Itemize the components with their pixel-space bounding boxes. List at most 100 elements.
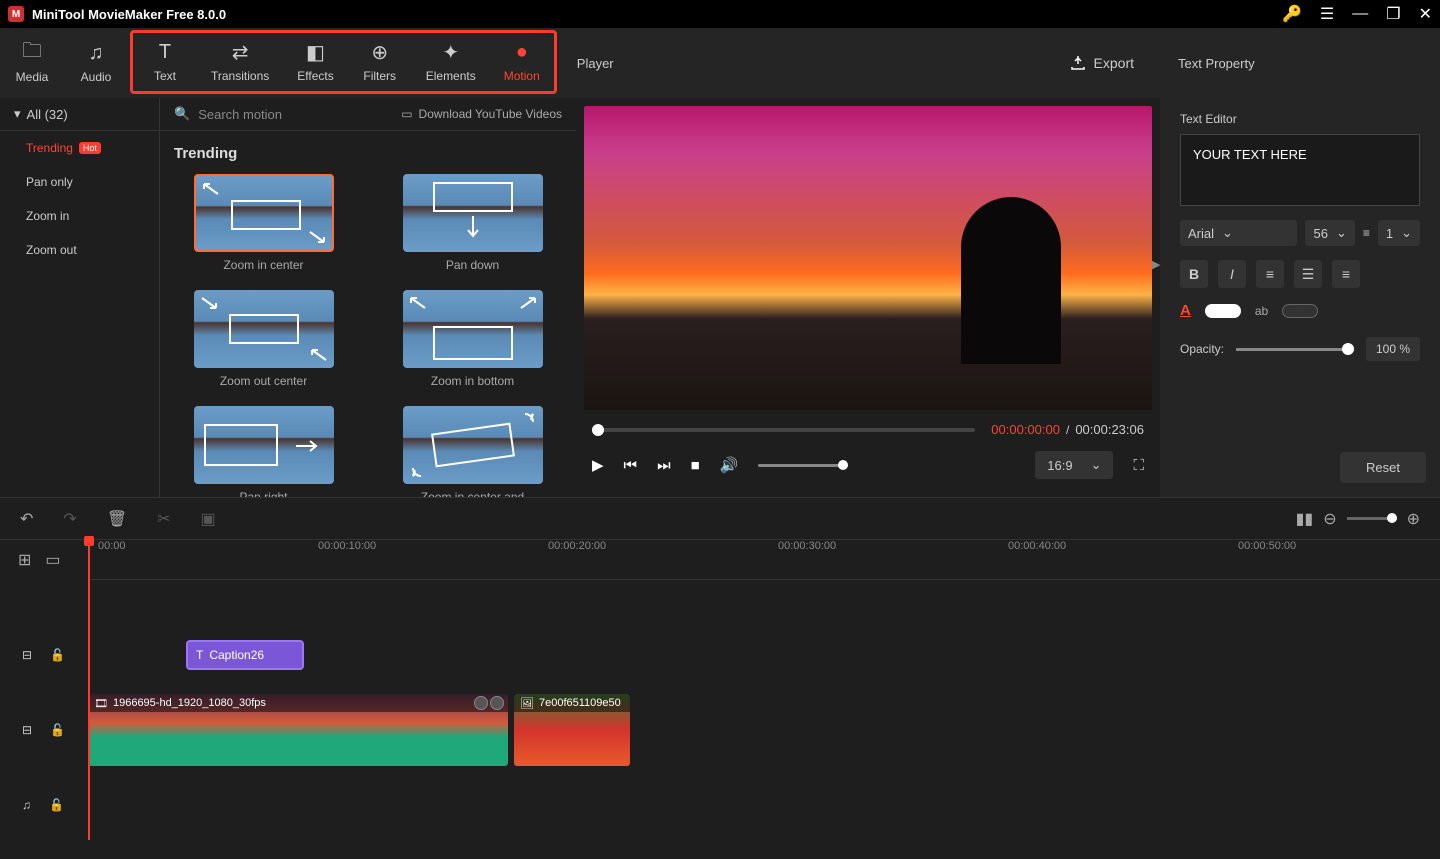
track-layers-icon[interactable]: ▭ [45,550,60,570]
audio-icon: ♫ [89,42,104,64]
text-icon: T [196,648,203,662]
add-track-icon[interactable]: ⊞ [18,550,31,570]
next-frame-button[interactable]: ⏭ [657,457,671,474]
effects-icon: ◧ [306,41,325,63]
chevron-down-icon: ⌄ [1401,225,1412,241]
font-dropdown[interactable]: Arial⌄ [1180,220,1297,246]
right-panel-header: Text Property [1160,28,1440,98]
titlebar: M MiniTool MovieMaker Free 8.0.0 🔑 ☰ — ❐… [0,0,1440,28]
redo-button[interactable]: ↷ [63,509,76,529]
volume-slider[interactable] [758,464,848,467]
volume-icon[interactable]: 🔊 [720,456,739,474]
section-title: Trending [174,145,562,162]
tab-effects[interactable]: ◧ Effects [283,33,347,91]
close-button[interactable]: ✕ [1419,4,1432,24]
player-label: Player [559,28,1044,98]
motion-zoom-in-center[interactable]: Zoom in center [174,174,353,272]
align-right-button[interactable]: ≡ [1332,260,1360,288]
transition-indicator [474,696,504,710]
chevron-down-icon: ▾ [14,106,21,122]
fullscreen-button[interactable]: ⛶ [1133,457,1144,474]
text-track-icon[interactable]: ⊟ [22,648,32,662]
text-icon: T [159,41,171,63]
opacity-value: 100 % [1366,337,1420,361]
motion-pan-right[interactable]: Pan right [174,406,353,497]
export-icon [1070,55,1086,71]
text-content-input[interactable]: YOUR TEXT HERE [1180,134,1420,206]
categories-panel: ▾ All (32) Trending Hot Pan only Zoom in… [0,98,160,497]
stop-button[interactable]: ■ [691,457,700,474]
motion-icon: ● [516,41,528,63]
download-youtube-link[interactable]: ▭ Download YouTube Videos [401,107,562,121]
undo-button[interactable]: ↶ [20,509,33,529]
delete-button[interactable]: 🗑 [107,509,127,529]
text-color-swatch[interactable] [1205,304,1241,318]
video-clip-2[interactable]: 🖼 7e00f651109e50 [514,694,630,766]
menu-icon[interactable]: ☰ [1320,4,1334,24]
text-editor-label: Text Editor [1180,112,1420,126]
maximize-button[interactable]: ❐ [1386,4,1400,24]
collapse-handle[interactable]: ▶ [1152,258,1160,271]
tab-audio[interactable]: ♫ Audio [64,28,128,98]
chevron-down-icon: ⌄ [1091,457,1102,473]
motion-zoom-in-center-and[interactable]: Zoom in center and [383,406,562,497]
hot-badge: Hot [79,142,101,154]
align-left-button[interactable]: ≡ [1256,260,1284,288]
split-button[interactable]: ✂ [157,509,170,529]
crop-button[interactable]: ▣ [201,509,216,529]
reset-button[interactable]: Reset [1340,452,1426,483]
key-icon[interactable]: 🔑 [1282,4,1302,24]
video-clip-1[interactable]: 🎞 1966695-hd_1920_1080_30fps [88,694,508,766]
tab-elements[interactable]: ✦ Elements [412,33,490,91]
caption-clip[interactable]: T Caption26 [186,640,304,670]
zoom-in-button[interactable]: ⊕ [1407,509,1420,529]
italic-button[interactable]: I [1218,260,1246,288]
category-zoom-out[interactable]: Zoom out [0,233,159,267]
opacity-slider[interactable] [1236,348,1354,351]
motion-zoom-out-center[interactable]: Zoom out center [174,290,353,388]
audio-track-icon[interactable]: ♫ [22,798,31,812]
marker-icon[interactable]: ▮▮ [1296,509,1314,529]
top-toolbar: 🗀 Media ♫ Audio T Text ⇄ Transitions ◧ E… [0,28,1440,98]
motion-pan-down[interactable]: Pan down [383,174,562,272]
play-button[interactable]: ▶ [592,456,604,474]
search-input[interactable]: Search motion [198,107,282,122]
timeline-ruler[interactable]: 00:00 00:00:10:00 00:00:20:00 00:00:30:0… [88,540,1440,580]
tab-media[interactable]: 🗀 Media [0,28,64,98]
playhead[interactable] [88,540,90,840]
image-icon: 🖼 [520,697,534,710]
highlight-color-swatch[interactable] [1282,304,1318,318]
export-button[interactable]: Export [1044,28,1160,98]
zoom-slider[interactable] [1347,517,1397,520]
category-trending[interactable]: Trending Hot [0,131,159,165]
lock-icon[interactable]: 🔓 [49,798,64,812]
tab-text[interactable]: T Text [133,33,197,91]
minimize-button[interactable]: — [1352,5,1368,23]
properties-panel: ▶ Text Editor YOUR TEXT HERE Arial⌄ 56⌄ … [1160,98,1440,497]
video-track-icon[interactable]: ⊟ [22,723,32,737]
motion-zoom-in-bottom[interactable]: Zoom in bottom [383,290,562,388]
lock-icon[interactable]: 🔓 [50,723,65,737]
text-color-icon[interactable]: A [1180,302,1191,319]
align-center-button[interactable]: ☰ [1294,260,1322,288]
category-zoom-in[interactable]: Zoom in [0,199,159,233]
lock-icon[interactable]: 🔓 [50,648,65,662]
app-icon: M [8,6,24,22]
size-dropdown[interactable]: 56⌄ [1305,220,1354,246]
highlight-label: ab [1255,304,1268,318]
prev-frame-button[interactable]: ⏮ [624,457,638,474]
categories-header[interactable]: ▾ All (32) [0,98,159,131]
motion-panel: 🔍 Search motion ▭ Download YouTube Video… [160,98,576,497]
tab-transitions[interactable]: ⇄ Transitions [197,33,283,91]
elements-icon: ✦ [442,41,459,63]
seek-bar[interactable] [592,428,975,432]
spacing-dropdown[interactable]: 1⌄ [1378,220,1420,246]
tab-motion[interactable]: ● Motion [490,33,554,91]
aspect-ratio-dropdown[interactable]: 16:9 ⌄ [1035,451,1113,479]
zoom-out-button[interactable]: ⊖ [1323,509,1336,529]
category-pan-only[interactable]: Pan only [0,165,159,199]
filters-icon: ⊕ [371,41,388,63]
bold-button[interactable]: B [1180,260,1208,288]
tab-filters[interactable]: ⊕ Filters [348,33,412,91]
video-preview[interactable] [584,106,1152,410]
